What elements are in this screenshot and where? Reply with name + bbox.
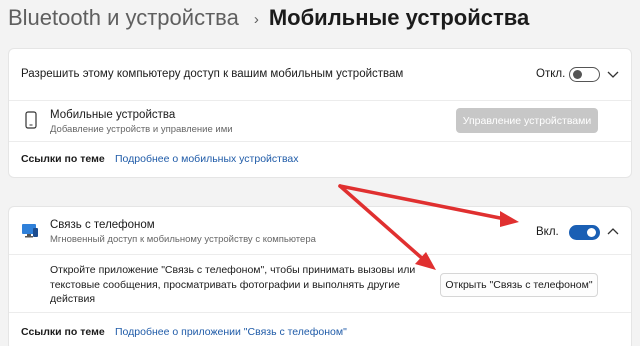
mobile-devices-row: Мобильные устройства Добавление устройст… <box>9 101 631 141</box>
related-links-row-2: Ссылки по теме Подробнее о приложении "С… <box>9 313 631 346</box>
chevron-down-icon[interactable] <box>607 70 619 80</box>
mobile-devices-card: Разрешить этому компьютеру доступ к ваши… <box>8 48 632 178</box>
phone-icon <box>25 111 37 129</box>
phone-link-subtitle: Мгновенный доступ к мобильному устройств… <box>50 234 316 245</box>
related-links-label: Ссылки по теме <box>21 153 105 165</box>
phone-link-description-row: Откройте приложение "Связь с телефоном",… <box>9 255 631 311</box>
allow-access-toggle[interactable] <box>569 67 600 82</box>
phone-link-title: Связь с телефоном <box>50 219 155 231</box>
toggle-knob <box>587 228 596 237</box>
related-links-label: Ссылки по теме <box>21 326 105 338</box>
phone-link-description-line-2: текстовые сообщения, просматривать фотог… <box>50 279 400 291</box>
phone-link-toggle-text: Вкл. <box>536 226 559 238</box>
chevron-up-icon[interactable] <box>607 227 619 237</box>
mobile-devices-title: Мобильные устройства <box>50 109 176 121</box>
breadcrumb: Bluetooth и устройства › Мобильные устро… <box>8 5 529 31</box>
phone-link-toggle[interactable] <box>569 225 600 240</box>
open-phone-link-button[interactable]: Открыть "Связь с телефоном" <box>440 273 598 297</box>
manage-devices-button[interactable]: Управление устройствами <box>456 108 598 133</box>
chevron-right-icon: › <box>253 10 259 28</box>
phone-link-learn-more-link[interactable]: Подробнее о приложении "Связь с телефоно… <box>115 326 347 338</box>
mobile-devices-subtitle: Добавление устройств и управление ими <box>50 124 233 135</box>
phone-link-icon <box>22 224 38 238</box>
mobile-devices-learn-more-link[interactable]: Подробнее о мобильных устройствах <box>115 153 299 165</box>
breadcrumb-parent[interactable]: Bluetooth и устройства <box>8 5 239 31</box>
allow-access-label: Разрешить этому компьютеру доступ к ваши… <box>21 68 404 80</box>
allow-access-toggle-text: Откл. <box>536 68 566 80</box>
toggle-knob <box>573 70 582 79</box>
phone-link-description-line-1: Откройте приложение "Связь с телефоном",… <box>50 264 416 276</box>
phone-link-description-line-3: действия <box>50 293 96 305</box>
page-title: Мобильные устройства <box>268 5 530 30</box>
allow-access-row: Разрешить этому компьютеру доступ к ваши… <box>9 49 631 100</box>
phone-link-header-row: Связь с телефоном Мгновенный доступ к мо… <box>9 207 631 254</box>
related-links-row: Ссылки по теме Подробнее о мобильных уст… <box>9 142 631 179</box>
phone-link-card: Связь с телефоном Мгновенный доступ к мо… <box>8 206 632 346</box>
